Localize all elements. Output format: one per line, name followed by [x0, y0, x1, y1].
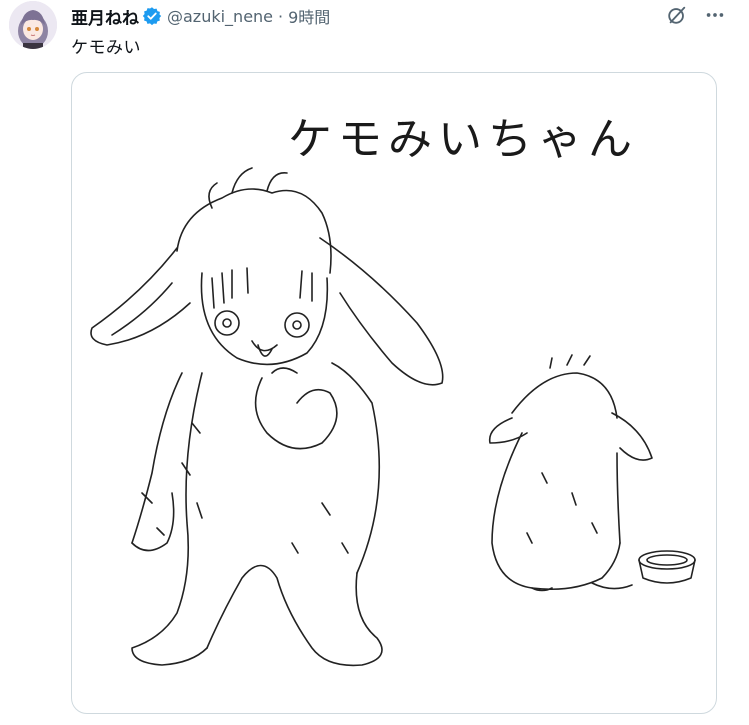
tweet-header: 亜月ねね @azuki_nene · 9時間	[71, 3, 330, 29]
verified-badge-icon	[142, 6, 162, 26]
grok-icon[interactable]	[665, 3, 689, 27]
tweet-text: ケモみい	[71, 38, 141, 58]
more-icon[interactable]	[703, 3, 727, 27]
illustration-caption: ケモみいちゃん	[288, 114, 638, 165]
tweet: 亜月ねね @azuki_nene · 9時間 ケモみい ケモみいちゃん	[0, 0, 749, 725]
separator-dot: ·	[278, 6, 284, 26]
avatar[interactable]	[9, 1, 57, 49]
tweet-actions	[665, 3, 727, 27]
illustration	[90, 167, 696, 667]
tweet-media[interactable]: ケモみいちゃん	[71, 72, 717, 714]
display-name[interactable]: 亜月ねね	[71, 4, 139, 29]
timestamp[interactable]: 9時間	[288, 4, 330, 28]
handle[interactable]: @azuki_nene	[167, 7, 273, 26]
